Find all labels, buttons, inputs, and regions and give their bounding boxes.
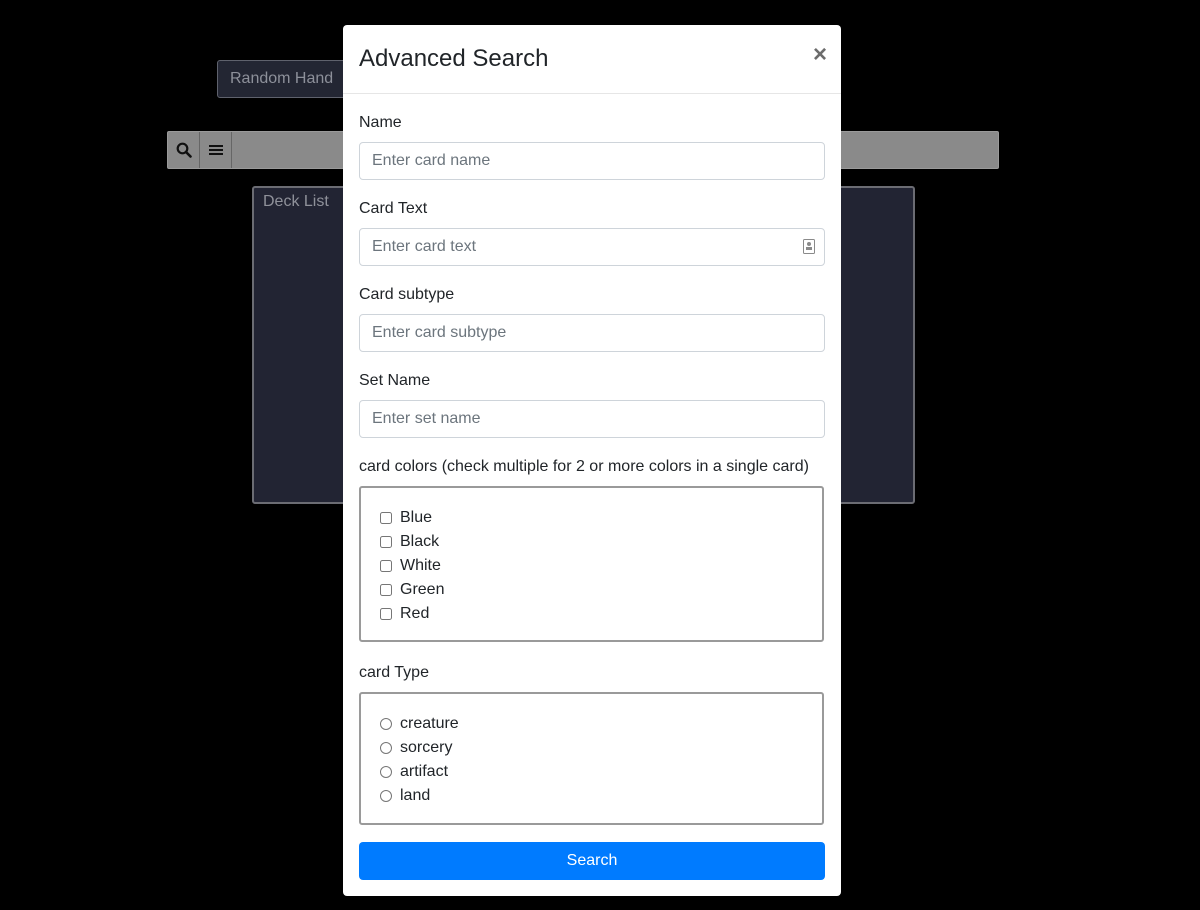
card-type-group: creature sorcery artifact land: [359, 692, 824, 825]
color-option-black[interactable]: Black: [378, 530, 822, 554]
color-checkbox-red[interactable]: [380, 608, 392, 620]
color-checkbox-green[interactable]: [380, 584, 392, 596]
type-radio-land[interactable]: [380, 790, 392, 802]
type-radio-artifact[interactable]: [380, 766, 392, 778]
type-option-land[interactable]: land: [378, 784, 822, 808]
search-button[interactable]: Search: [359, 842, 825, 880]
color-option-label: Black: [400, 533, 440, 550]
search-icon: [176, 142, 192, 158]
color-option-label: Blue: [400, 509, 433, 526]
set-name-label: Set Name: [359, 372, 431, 389]
card-subtype-label: Card subtype: [359, 286, 455, 303]
hamburger-menu-icon: [208, 145, 223, 155]
type-option-sorcery[interactable]: sorcery: [378, 736, 822, 760]
type-option-artifact[interactable]: artifact: [378, 760, 822, 784]
card-colors-label: card colors (check multiple for 2 or mor…: [359, 458, 809, 475]
color-checkbox-black[interactable]: [380, 536, 392, 548]
color-option-blue[interactable]: Blue: [378, 506, 822, 530]
card-text-field-wrap: [359, 228, 825, 266]
card-text-input[interactable]: [359, 228, 825, 266]
color-checkbox-white[interactable]: [380, 560, 392, 572]
color-option-white[interactable]: White: [378, 554, 822, 578]
close-icon[interactable]: ×: [813, 43, 827, 67]
set-name-input[interactable]: [359, 400, 825, 438]
type-radio-creature[interactable]: [380, 718, 392, 730]
modal-title: Advanced Search: [359, 45, 549, 72]
type-option-label: sorcery: [400, 739, 453, 756]
autofill-contact-icon: [803, 239, 815, 254]
card-text-label: Card Text: [359, 200, 428, 217]
type-option-creature[interactable]: creature: [378, 712, 822, 736]
card-name-input[interactable]: [359, 142, 825, 180]
card-type-label: card Type: [359, 664, 429, 681]
name-label: Name: [359, 114, 402, 131]
toolbar-search-button[interactable]: [168, 132, 200, 168]
card-subtype-input[interactable]: [359, 314, 825, 352]
color-option-red[interactable]: Red: [378, 602, 822, 626]
random-hand-button[interactable]: Random Hand: [217, 60, 357, 98]
toolbar-menu-button[interactable]: [200, 132, 232, 168]
type-option-label: creature: [400, 715, 459, 732]
color-checkbox-blue[interactable]: [380, 512, 392, 524]
modal-header: Advanced Search ×: [343, 25, 841, 94]
advanced-search-modal: Advanced Search × Name Card Text Card su…: [343, 25, 841, 896]
card-colors-group: Blue Black White Green Red: [359, 486, 824, 642]
deck-list-title: Deck List: [263, 193, 329, 210]
type-option-label: land: [400, 787, 431, 804]
color-option-label: Green: [400, 581, 445, 598]
color-option-label: Red: [400, 605, 430, 622]
color-option-label: White: [400, 557, 441, 574]
type-radio-sorcery[interactable]: [380, 742, 392, 754]
type-option-label: artifact: [400, 763, 449, 780]
color-option-green[interactable]: Green: [378, 578, 822, 602]
